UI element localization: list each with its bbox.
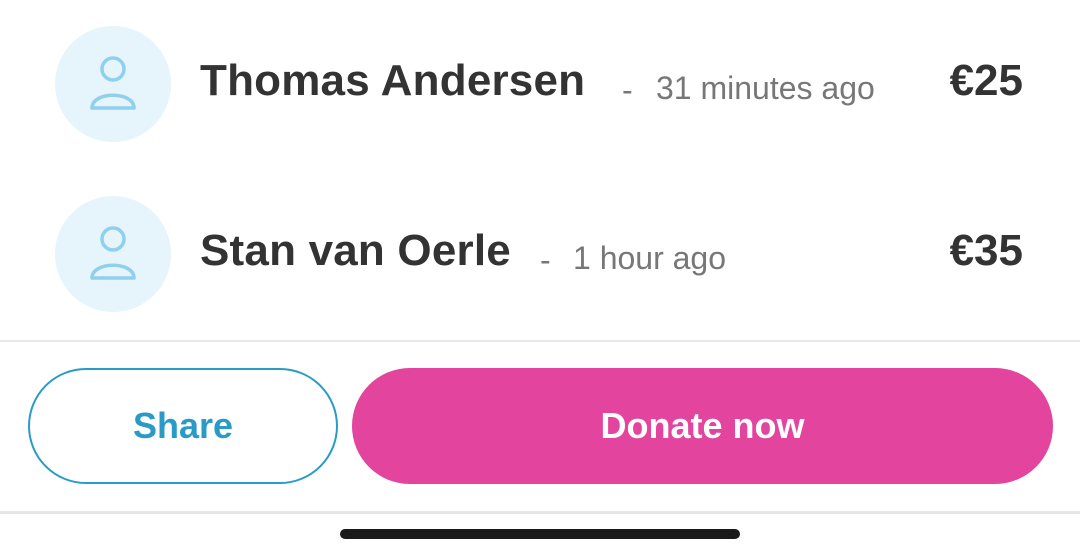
divider	[0, 340, 1080, 342]
donation-amount: €25	[949, 56, 1023, 105]
donation-list-item: Thomas Andersen - 31 minutes ago €25	[0, 26, 1080, 142]
avatar	[55, 26, 171, 142]
donation-list-item: Stan van Oerle - 1 hour ago €35	[0, 196, 1080, 312]
donor-name: Thomas Andersen	[200, 56, 586, 105]
donation-amount: €35	[949, 226, 1023, 275]
donate-now-button[interactable]: Donate now	[352, 368, 1053, 484]
donor-name: Stan van Oerle	[200, 226, 511, 275]
donation-time: 31 minutes ago	[656, 70, 875, 106]
donation-time: 1 hour ago	[573, 240, 727, 276]
separator: -	[622, 72, 633, 108]
home-indicator[interactable]	[340, 529, 740, 539]
share-button[interactable]: Share	[28, 368, 338, 484]
divider	[0, 511, 1080, 514]
avatar	[55, 196, 171, 312]
user-icon	[90, 56, 136, 110]
separator: -	[540, 242, 551, 278]
user-icon	[90, 226, 136, 280]
donation-screen: Thomas Andersen - 31 minutes ago €25 Sta…	[0, 0, 1080, 556]
